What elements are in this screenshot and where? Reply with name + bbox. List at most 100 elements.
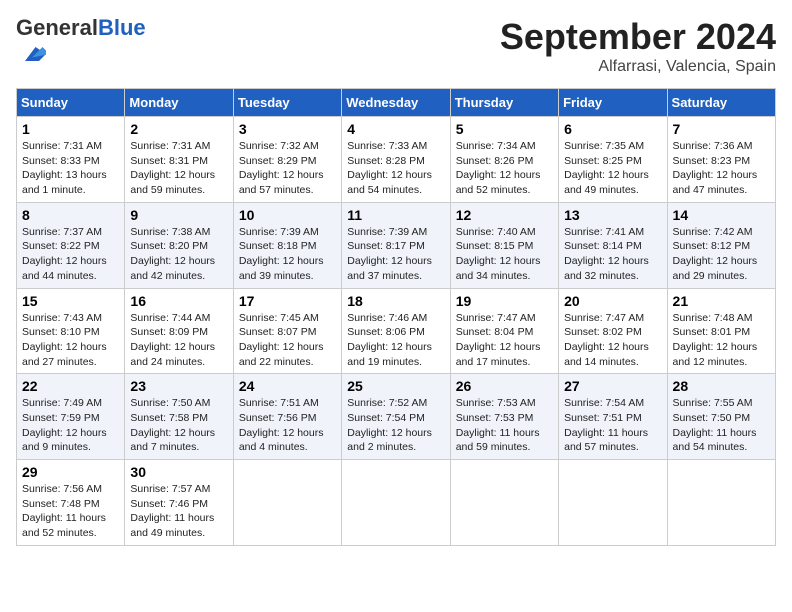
day-info: Sunrise: 7:53 AM Sunset: 7:53 PM Dayligh… — [456, 396, 553, 455]
logo-general: General — [16, 15, 98, 40]
day-number: 24 — [239, 378, 336, 394]
calendar-row: 22 Sunrise: 7:49 AM Sunset: 7:59 PM Dayl… — [17, 374, 776, 460]
day-info: Sunrise: 7:41 AM Sunset: 8:14 PM Dayligh… — [564, 225, 661, 284]
calendar-cell: 1 Sunrise: 7:31 AM Sunset: 8:33 PM Dayli… — [17, 117, 125, 203]
day-number: 10 — [239, 207, 336, 223]
day-info: Sunrise: 7:56 AM Sunset: 7:48 PM Dayligh… — [22, 482, 119, 541]
calendar-cell — [450, 460, 558, 546]
day-number: 26 — [456, 378, 553, 394]
calendar-cell: 3 Sunrise: 7:32 AM Sunset: 8:29 PM Dayli… — [233, 117, 341, 203]
day-info: Sunrise: 7:35 AM Sunset: 8:25 PM Dayligh… — [564, 139, 661, 198]
day-number: 15 — [22, 293, 119, 309]
day-info: Sunrise: 7:45 AM Sunset: 8:07 PM Dayligh… — [239, 311, 336, 370]
calendar-cell — [667, 460, 775, 546]
calendar-cell: 10 Sunrise: 7:39 AM Sunset: 8:18 PM Dayl… — [233, 202, 341, 288]
calendar-cell: 18 Sunrise: 7:46 AM Sunset: 8:06 PM Dayl… — [342, 288, 450, 374]
day-info: Sunrise: 7:31 AM Sunset: 8:33 PM Dayligh… — [22, 139, 119, 198]
calendar-row: 8 Sunrise: 7:37 AM Sunset: 8:22 PM Dayli… — [17, 202, 776, 288]
day-number: 21 — [673, 293, 770, 309]
calendar-cell — [559, 460, 667, 546]
col-saturday: Saturday — [667, 89, 775, 117]
day-number: 14 — [673, 207, 770, 223]
day-number: 28 — [673, 378, 770, 394]
calendar-table: Sunday Monday Tuesday Wednesday Thursday… — [16, 88, 776, 546]
calendar-cell: 6 Sunrise: 7:35 AM Sunset: 8:25 PM Dayli… — [559, 117, 667, 203]
calendar-cell: 8 Sunrise: 7:37 AM Sunset: 8:22 PM Dayli… — [17, 202, 125, 288]
calendar-cell — [342, 460, 450, 546]
col-thursday: Thursday — [450, 89, 558, 117]
day-info: Sunrise: 7:33 AM Sunset: 8:28 PM Dayligh… — [347, 139, 444, 198]
calendar-cell: 17 Sunrise: 7:45 AM Sunset: 8:07 PM Dayl… — [233, 288, 341, 374]
calendar-cell: 11 Sunrise: 7:39 AM Sunset: 8:17 PM Dayl… — [342, 202, 450, 288]
day-info: Sunrise: 7:54 AM Sunset: 7:51 PM Dayligh… — [564, 396, 661, 455]
day-number: 5 — [456, 121, 553, 137]
day-info: Sunrise: 7:48 AM Sunset: 8:01 PM Dayligh… — [673, 311, 770, 370]
col-sunday: Sunday — [17, 89, 125, 117]
logo-blue: Blue — [98, 15, 146, 40]
day-number: 23 — [130, 378, 227, 394]
calendar-cell: 19 Sunrise: 7:47 AM Sunset: 8:04 PM Dayl… — [450, 288, 558, 374]
calendar-cell: 7 Sunrise: 7:36 AM Sunset: 8:23 PM Dayli… — [667, 117, 775, 203]
calendar-cell: 14 Sunrise: 7:42 AM Sunset: 8:12 PM Dayl… — [667, 202, 775, 288]
day-info: Sunrise: 7:52 AM Sunset: 7:54 PM Dayligh… — [347, 396, 444, 455]
day-number: 30 — [130, 464, 227, 480]
day-info: Sunrise: 7:51 AM Sunset: 7:56 PM Dayligh… — [239, 396, 336, 455]
day-info: Sunrise: 7:39 AM Sunset: 8:17 PM Dayligh… — [347, 225, 444, 284]
calendar-cell: 4 Sunrise: 7:33 AM Sunset: 8:28 PM Dayli… — [342, 117, 450, 203]
day-number: 22 — [22, 378, 119, 394]
calendar-cell — [233, 460, 341, 546]
day-info: Sunrise: 7:44 AM Sunset: 8:09 PM Dayligh… — [130, 311, 227, 370]
calendar-cell: 23 Sunrise: 7:50 AM Sunset: 7:58 PM Dayl… — [125, 374, 233, 460]
day-info: Sunrise: 7:49 AM Sunset: 7:59 PM Dayligh… — [22, 396, 119, 455]
logo: GeneralBlue — [16, 16, 146, 73]
day-info: Sunrise: 7:32 AM Sunset: 8:29 PM Dayligh… — [239, 139, 336, 198]
day-number: 1 — [22, 121, 119, 137]
day-info: Sunrise: 7:38 AM Sunset: 8:20 PM Dayligh… — [130, 225, 227, 284]
day-info: Sunrise: 7:55 AM Sunset: 7:50 PM Dayligh… — [673, 396, 770, 455]
month-year-title: September 2024 — [500, 16, 776, 58]
day-number: 27 — [564, 378, 661, 394]
calendar-header-row: Sunday Monday Tuesday Wednesday Thursday… — [17, 89, 776, 117]
day-info: Sunrise: 7:47 AM Sunset: 8:04 PM Dayligh… — [456, 311, 553, 370]
day-info: Sunrise: 7:37 AM Sunset: 8:22 PM Dayligh… — [22, 225, 119, 284]
calendar-cell: 26 Sunrise: 7:53 AM Sunset: 7:53 PM Dayl… — [450, 374, 558, 460]
day-number: 7 — [673, 121, 770, 137]
calendar-cell: 13 Sunrise: 7:41 AM Sunset: 8:14 PM Dayl… — [559, 202, 667, 288]
day-number: 29 — [22, 464, 119, 480]
calendar-cell: 21 Sunrise: 7:48 AM Sunset: 8:01 PM Dayl… — [667, 288, 775, 374]
day-number: 18 — [347, 293, 444, 309]
day-number: 12 — [456, 207, 553, 223]
col-wednesday: Wednesday — [342, 89, 450, 117]
day-number: 6 — [564, 121, 661, 137]
title-block: September 2024 Alfarrasi, Valencia, Spai… — [500, 16, 776, 76]
calendar-cell: 16 Sunrise: 7:44 AM Sunset: 8:09 PM Dayl… — [125, 288, 233, 374]
day-number: 17 — [239, 293, 336, 309]
calendar-cell: 2 Sunrise: 7:31 AM Sunset: 8:31 PM Dayli… — [125, 117, 233, 203]
day-info: Sunrise: 7:46 AM Sunset: 8:06 PM Dayligh… — [347, 311, 444, 370]
day-info: Sunrise: 7:39 AM Sunset: 8:18 PM Dayligh… — [239, 225, 336, 284]
calendar-cell: 30 Sunrise: 7:57 AM Sunset: 7:46 PM Dayl… — [125, 460, 233, 546]
col-tuesday: Tuesday — [233, 89, 341, 117]
logo-icon — [18, 40, 46, 68]
calendar-row: 15 Sunrise: 7:43 AM Sunset: 8:10 PM Dayl… — [17, 288, 776, 374]
day-info: Sunrise: 7:34 AM Sunset: 8:26 PM Dayligh… — [456, 139, 553, 198]
page-header: GeneralBlue September 2024 Alfarrasi, Va… — [16, 16, 776, 76]
day-info: Sunrise: 7:57 AM Sunset: 7:46 PM Dayligh… — [130, 482, 227, 541]
day-info: Sunrise: 7:47 AM Sunset: 8:02 PM Dayligh… — [564, 311, 661, 370]
location-subtitle: Alfarrasi, Valencia, Spain — [500, 58, 776, 76]
day-number: 8 — [22, 207, 119, 223]
day-number: 3 — [239, 121, 336, 137]
day-number: 13 — [564, 207, 661, 223]
calendar-cell: 27 Sunrise: 7:54 AM Sunset: 7:51 PM Dayl… — [559, 374, 667, 460]
day-info: Sunrise: 7:43 AM Sunset: 8:10 PM Dayligh… — [22, 311, 119, 370]
day-number: 9 — [130, 207, 227, 223]
calendar-row: 29 Sunrise: 7:56 AM Sunset: 7:48 PM Dayl… — [17, 460, 776, 546]
day-number: 11 — [347, 207, 444, 223]
day-info: Sunrise: 7:40 AM Sunset: 8:15 PM Dayligh… — [456, 225, 553, 284]
col-monday: Monday — [125, 89, 233, 117]
calendar-cell: 25 Sunrise: 7:52 AM Sunset: 7:54 PM Dayl… — [342, 374, 450, 460]
calendar-cell: 24 Sunrise: 7:51 AM Sunset: 7:56 PM Dayl… — [233, 374, 341, 460]
calendar-cell: 28 Sunrise: 7:55 AM Sunset: 7:50 PM Dayl… — [667, 374, 775, 460]
col-friday: Friday — [559, 89, 667, 117]
day-number: 16 — [130, 293, 227, 309]
